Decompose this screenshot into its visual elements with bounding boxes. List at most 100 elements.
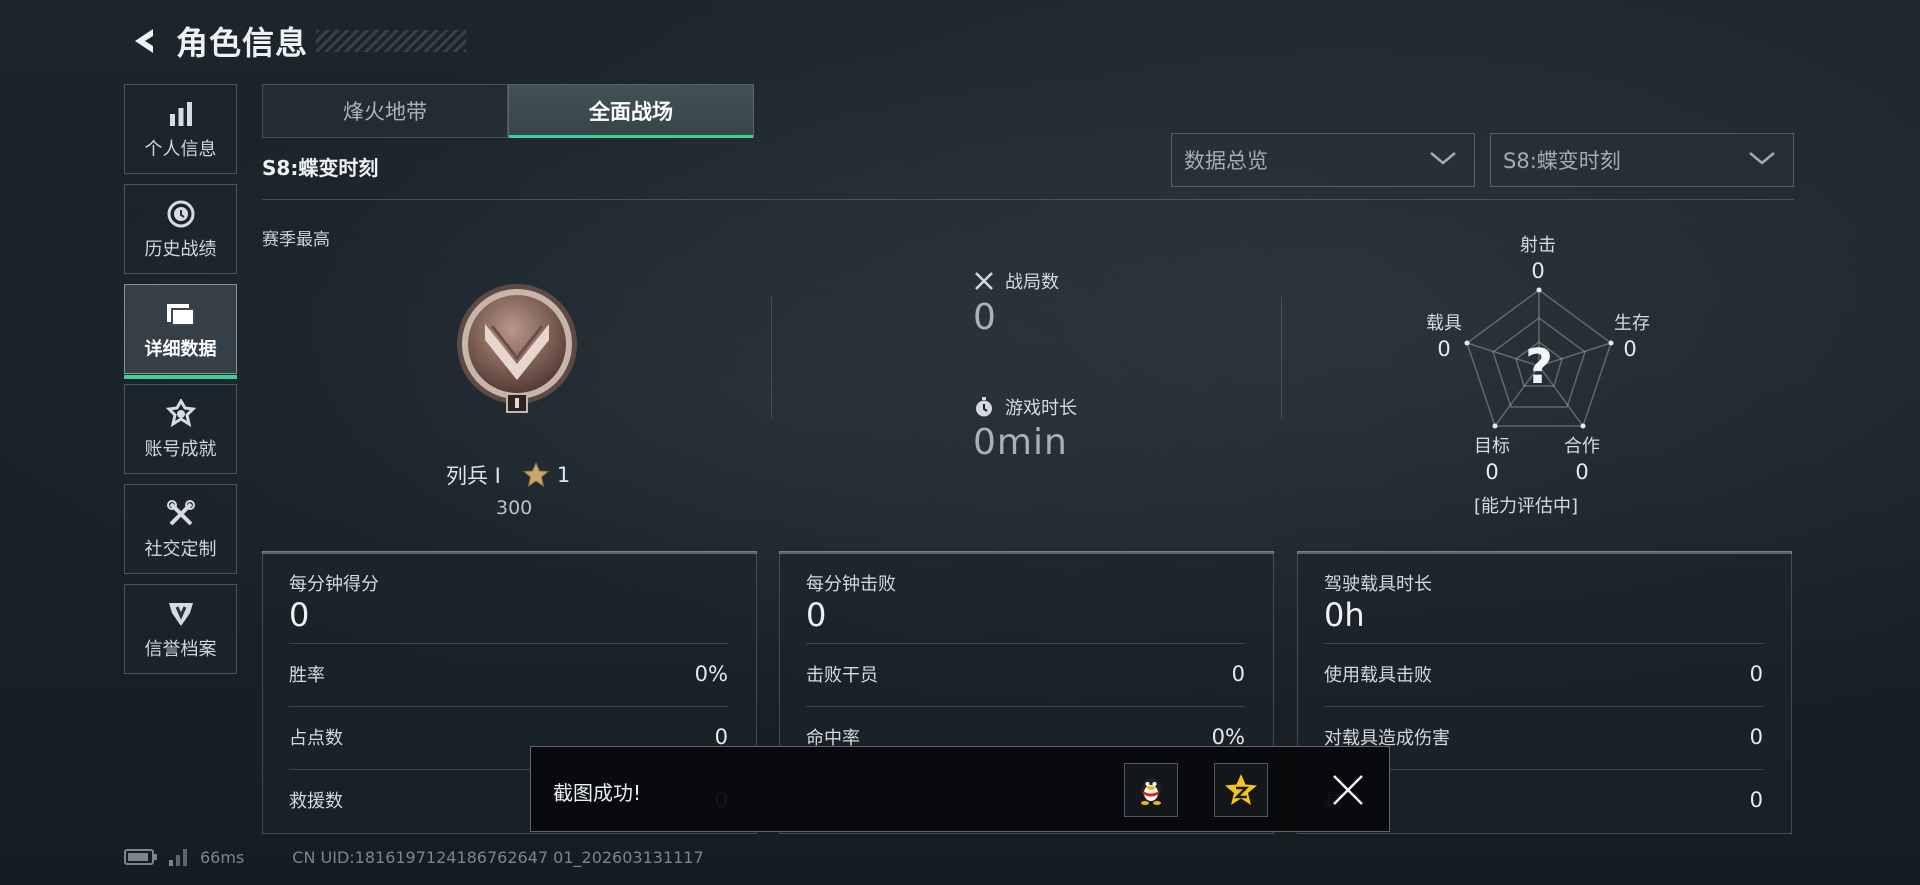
divider bbox=[1324, 706, 1763, 707]
stat-label: 占点数 bbox=[289, 728, 343, 749]
ping-value: 66ms bbox=[200, 847, 245, 867]
divider bbox=[1281, 297, 1282, 419]
rank-name: 列兵 I bbox=[446, 464, 501, 488]
season-best-label: 赛季最高 bbox=[262, 230, 330, 250]
radar-center-mark: ? bbox=[1525, 339, 1553, 395]
matches-value: 0 bbox=[973, 297, 997, 338]
ability-radar-chart: ? bbox=[1464, 287, 1614, 429]
divider bbox=[289, 643, 728, 644]
sidebar-item-label: 详细数据 bbox=[144, 339, 217, 360]
chevron-down-icon bbox=[1747, 148, 1777, 172]
divider bbox=[262, 199, 1794, 200]
season-dropdown[interactable]: S8:蝶变时刻 bbox=[1490, 133, 1794, 187]
radar-label-cooperation: 合作 bbox=[1564, 436, 1600, 457]
qzone-star-icon bbox=[1225, 774, 1257, 805]
achievement-icon bbox=[165, 397, 196, 431]
bar-chart-icon bbox=[167, 97, 195, 131]
stat-row: 击败干员 0 bbox=[806, 659, 1245, 689]
scope-dropdown[interactable]: 数据总览 bbox=[1171, 133, 1475, 187]
tab-label: 烽火地带 bbox=[343, 100, 427, 124]
radar-value-cooperation: 0 bbox=[1575, 460, 1589, 484]
season-label: S8:蝶变时刻 bbox=[262, 156, 379, 180]
user-uid: CN UID:1816197124186762647 01_2026031311… bbox=[292, 847, 704, 867]
crossed-swords-icon bbox=[973, 270, 995, 292]
radar-value-objective: 0 bbox=[1485, 460, 1499, 484]
rank-badge-icon bbox=[452, 282, 582, 416]
stat-row: 胜率 0% bbox=[289, 659, 728, 689]
radar-status: [能力评估中] bbox=[1474, 496, 1579, 517]
stat-value: 0 bbox=[1749, 788, 1763, 812]
stat-label: 胜率 bbox=[289, 665, 325, 686]
card-value: 0 bbox=[289, 596, 310, 634]
stat-label: 使用载具击败 bbox=[1324, 665, 1432, 686]
matches-label: 战局数 bbox=[1005, 272, 1059, 293]
card-title: 每分钟得分 bbox=[289, 574, 379, 595]
sidebar-item-detailed-data[interactable]: 详细数据 bbox=[124, 284, 237, 379]
divider bbox=[771, 297, 772, 419]
toast-message: 截图成功! bbox=[553, 781, 642, 805]
radar-value-vehicle: 0 bbox=[1437, 337, 1451, 361]
sidebar-item-label: 个人信息 bbox=[144, 139, 217, 160]
card-title: 驾驶载具时长 bbox=[1324, 574, 1432, 595]
chevron-down-icon bbox=[1428, 148, 1458, 172]
star-count: 1 bbox=[556, 463, 571, 487]
card-value: 0h bbox=[1324, 596, 1365, 634]
stat-label: 救援数 bbox=[289, 791, 343, 812]
header: 角色信息 bbox=[124, 18, 467, 64]
divider bbox=[289, 706, 728, 707]
playtime-label: 游戏时长 bbox=[1005, 398, 1077, 419]
sidebar-item-history[interactable]: 历史战绩 bbox=[124, 184, 237, 274]
sidebar-item-label: 历史战绩 bbox=[144, 239, 217, 260]
stat-value: 0% bbox=[694, 662, 728, 686]
sidebar-item-label: 社交定制 bbox=[144, 539, 217, 560]
stat-row: 使用载具击败 0 bbox=[1324, 659, 1763, 689]
sidebar-item-personal-info[interactable]: 个人信息 bbox=[124, 84, 237, 174]
rank-line: 列兵 I 1 bbox=[446, 460, 570, 490]
stat-value: 0 bbox=[1231, 662, 1245, 686]
divider bbox=[1324, 643, 1763, 644]
stat-value: 0 bbox=[1749, 662, 1763, 686]
rank-points: 300 bbox=[496, 497, 533, 519]
sidebar-item-label: 信誉档案 bbox=[144, 639, 217, 660]
status-footer: 66ms CN UID:1816197124186762647 01_20260… bbox=[124, 847, 704, 867]
folder-icon bbox=[165, 297, 197, 331]
dropdown-value: S8:蝶变时刻 bbox=[1503, 149, 1621, 173]
radar-label-vehicle: 载具 bbox=[1426, 313, 1462, 334]
back-arrow-icon[interactable] bbox=[124, 21, 164, 61]
qq-penguin-icon bbox=[1141, 778, 1161, 805]
battery-icon bbox=[124, 848, 158, 866]
radar-value-survival: 0 bbox=[1623, 337, 1637, 361]
screenshot-toast: 截图成功! bbox=[530, 746, 1390, 832]
star-icon bbox=[522, 462, 549, 488]
card-title: 每分钟击败 bbox=[806, 574, 896, 595]
page-title: 角色信息 bbox=[176, 24, 309, 62]
sidebar-item-social[interactable]: 社交定制 bbox=[124, 484, 237, 574]
title-decoration bbox=[316, 30, 467, 52]
shield-emblem-icon bbox=[166, 597, 196, 631]
radar-label-survival: 生存 bbox=[1614, 313, 1650, 334]
stat-label: 击败干员 bbox=[806, 665, 878, 686]
share-qq-button[interactable] bbox=[1124, 763, 1178, 817]
radar-value-shooting: 0 bbox=[1531, 259, 1545, 283]
history-clock-icon bbox=[166, 197, 196, 231]
sidebar-item-achievements[interactable]: 账号成就 bbox=[124, 384, 237, 474]
sidebar-item-label: 账号成就 bbox=[144, 439, 217, 460]
share-qzone-button[interactable] bbox=[1214, 763, 1268, 817]
radar-label-shooting: 射击 bbox=[1520, 235, 1556, 256]
tab-fire-zone[interactable]: 烽火地带 bbox=[262, 84, 508, 138]
stat-value: 0 bbox=[1749, 725, 1763, 749]
dropdown-value: 数据总览 bbox=[1184, 149, 1268, 173]
tab-label: 全面战场 bbox=[589, 100, 673, 124]
divider bbox=[806, 706, 1245, 707]
card-value: 0 bbox=[806, 596, 827, 634]
playtime-header: 游戏时长 bbox=[973, 394, 1077, 420]
sidebar-item-credit[interactable]: 信誉档案 bbox=[124, 584, 237, 674]
playtime-value: 0min bbox=[973, 422, 1068, 463]
tools-icon bbox=[166, 497, 196, 531]
close-icon[interactable] bbox=[1327, 769, 1369, 811]
stopwatch-icon bbox=[973, 396, 995, 418]
matches-header: 战局数 bbox=[973, 268, 1059, 294]
divider bbox=[806, 643, 1245, 644]
tab-full-battlefield[interactable]: 全面战场 bbox=[508, 84, 754, 138]
signal-icon bbox=[168, 847, 190, 867]
